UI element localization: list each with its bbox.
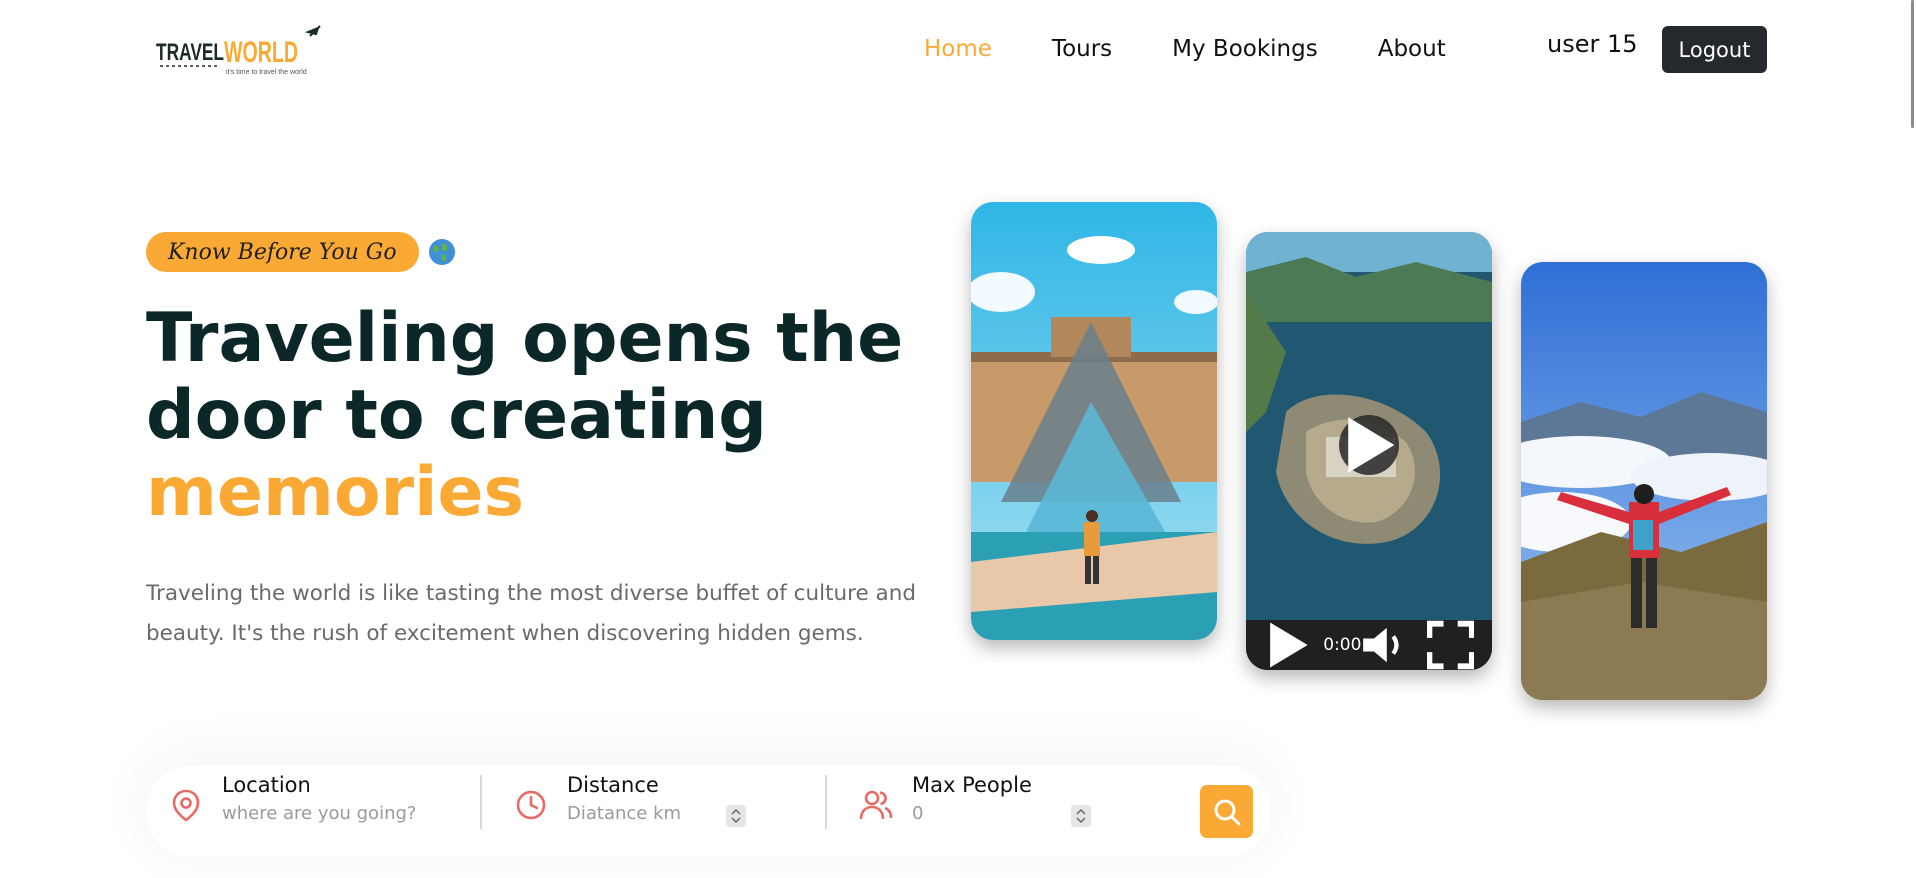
nav-about[interactable]: About — [1378, 34, 1446, 64]
search-divider — [480, 775, 482, 829]
hero-tag: Know Before You Go — [146, 232, 419, 272]
distance-input[interactable] — [567, 803, 807, 824]
nav-my-bookings[interactable]: My Bookings — [1172, 34, 1318, 64]
stepper-arrows-icon — [731, 808, 741, 824]
username: user 15 — [1547, 30, 1638, 58]
hero-image-hiker — [1521, 262, 1767, 700]
search-button[interactable] — [1200, 785, 1253, 838]
video-controls: 0:00 — [1246, 620, 1492, 670]
volume-icon[interactable] — [1361, 620, 1408, 670]
max-people-stepper[interactable] — [1071, 805, 1091, 827]
nav-tours[interactable]: Tours — [1052, 34, 1112, 64]
play-icon[interactable] — [1264, 620, 1311, 670]
video-time: 0:00 — [1323, 635, 1362, 655]
distance-label: Distance — [567, 773, 659, 797]
location-pin-icon — [172, 789, 200, 822]
max-people-input[interactable] — [912, 803, 1152, 824]
logout-button[interactable]: Logout — [1662, 26, 1767, 73]
fullscreen-icon[interactable] — [1426, 620, 1474, 670]
hero-title-highlight: memories — [146, 453, 524, 532]
globe-icon — [428, 239, 455, 265]
hero-image-louvre — [971, 202, 1217, 640]
hero-tag-row: Know Before You Go — [146, 232, 456, 272]
location-field: Location — [146, 765, 491, 857]
search-divider — [825, 775, 827, 829]
hero-video[interactable]: 0:00 — [1246, 232, 1492, 670]
play-icon — [1348, 417, 1395, 473]
location-input[interactable] — [222, 803, 462, 824]
max-people-label: Max People — [912, 773, 1032, 797]
hero-description: Traveling the world is like tasting the … — [146, 581, 917, 646]
nav-home[interactable]: Home — [924, 34, 992, 64]
users-icon — [859, 790, 893, 820]
page-scrollbar[interactable] — [1911, 0, 1914, 128]
distance-field: Distance — [491, 765, 836, 857]
max-people-field: Max People — [836, 765, 1181, 857]
hero-title-line2: door to creating — [146, 376, 767, 455]
distance-stepper[interactable] — [726, 805, 746, 827]
main-nav: Home Tours My Bookings About — [924, 34, 1506, 64]
stepper-arrows-icon — [1076, 808, 1086, 824]
video-play-overlay-button[interactable] — [1339, 415, 1399, 475]
svg-text:TRAVEL: TRAVEL — [156, 39, 224, 66]
hero-title: Traveling opens the door to creating mem… — [146, 300, 906, 531]
brand-tagline: it's time to travel the world — [226, 69, 307, 76]
location-label: Location — [222, 773, 311, 797]
hero-title-line1: Traveling opens the — [146, 299, 904, 378]
clock-icon — [516, 790, 546, 820]
svg-text:WORLD: WORLD — [224, 36, 298, 69]
search-icon — [1214, 799, 1240, 825]
brand-logo[interactable]: TRAVEL WORLD it's time to travel the wor… — [150, 24, 330, 84]
search-bar: Location Distance Max People — [146, 765, 1271, 857]
